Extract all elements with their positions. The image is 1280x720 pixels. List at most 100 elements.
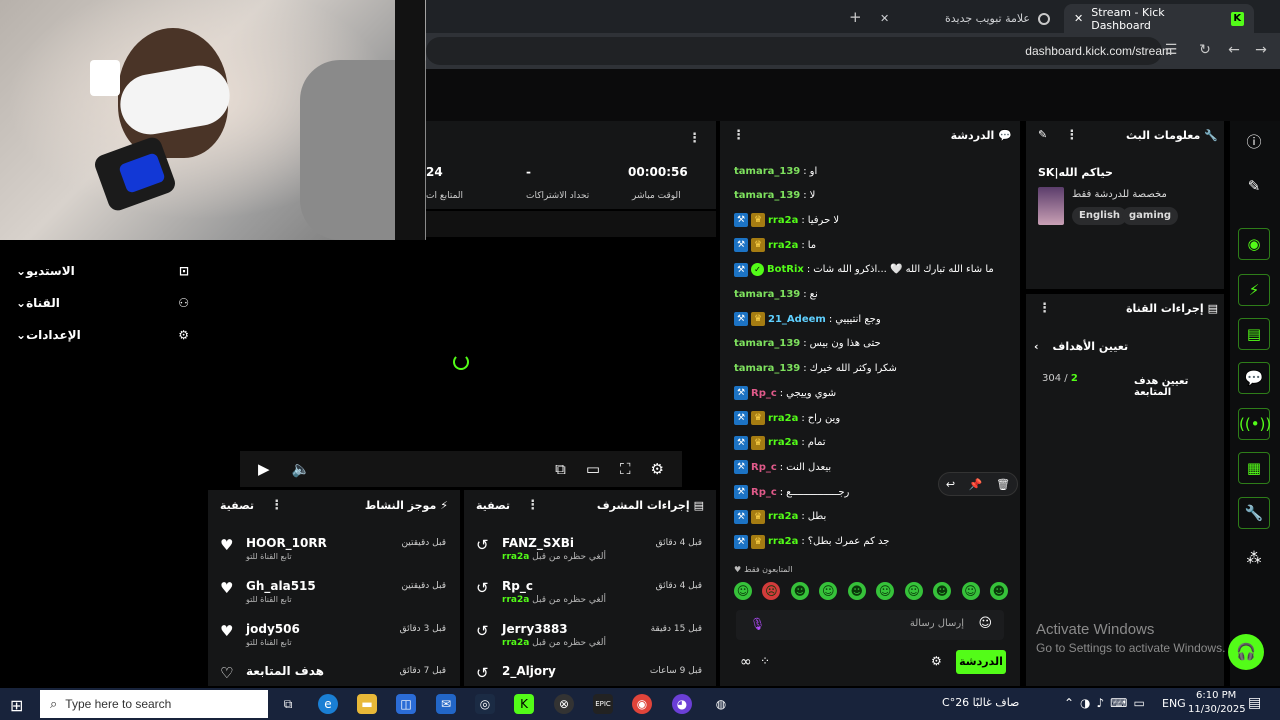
emote-icon[interactable]: ☹ <box>762 582 781 600</box>
kick-app-icon[interactable]: K <box>514 694 534 714</box>
outlook-icon[interactable]: ✉ <box>436 694 456 714</box>
theater-icon[interactable]: ▭ <box>586 460 600 478</box>
stats-menu-icon[interactable]: ⋮ <box>688 127 701 146</box>
chat-message[interactable]: tamara_139: او <box>734 161 817 181</box>
close-tab-icon[interactable]: ✕ <box>1074 12 1083 25</box>
tab-kick-dashboard[interactable]: K Stream - Kick Dashboard ✕ <box>1064 4 1254 33</box>
channel-actions-menu-icon[interactable]: ⋮ <box>1038 301 1051 316</box>
edit-icon[interactable]: ✎ <box>1236 168 1272 204</box>
broadcast-icon[interactable]: ((•)) <box>1238 408 1271 440</box>
url-text[interactable]: dashboard.kick.com/stream <box>1025 44 1172 58</box>
chat-message[interactable]: ⚒ ♛ rra2a: جد كم عمرك بطل؟ <box>734 532 889 552</box>
activity-clear-button[interactable]: تصفية <box>220 499 254 512</box>
mod-clear-button[interactable]: تصفية <box>476 499 510 512</box>
emote-icon[interactable]: ☺ <box>961 582 980 600</box>
chat-message[interactable]: ⚒ ♛ rra2a: تمام <box>734 433 826 453</box>
reload-icon[interactable]: ↻ <box>1195 40 1215 60</box>
chat-message[interactable]: tamara_139: حتى هذا ون بيس <box>734 334 881 354</box>
new-tab-plus-icon[interactable]: + <box>849 8 862 26</box>
mod-menu-icon[interactable]: ⋮ <box>526 498 539 513</box>
tag-chip[interactable]: gaming <box>1122 207 1179 225</box>
clock-time[interactable]: 6:10 PM <box>1196 690 1236 701</box>
chat-username[interactable]: rra2a <box>768 536 798 547</box>
chat-message[interactable]: tamara_139: لا <box>734 186 815 206</box>
emote-icon[interactable]: ☺ <box>734 582 752 600</box>
tag-chip[interactable]: English <box>1072 207 1128 225</box>
chat-message[interactable]: ⚒ ♛ rra2a: ما <box>734 235 816 255</box>
tab-new-tab[interactable]: علامة تبويب جديدة ✕ <box>870 4 1060 33</box>
language-indicator[interactable]: ENG <box>1162 697 1186 710</box>
reply-icon[interactable]: ↩ <box>946 478 955 491</box>
clock-date[interactable]: 11/30/2025 <box>1188 704 1246 715</box>
trash-icon[interactable]: 🗑 <box>996 478 1010 491</box>
points-icon[interactable]: ⁘ <box>760 654 770 668</box>
apps-icon[interactable]: ⁂ <box>1236 540 1272 576</box>
weather-widget[interactable]: صاف غالبًا 26°C <box>942 696 1019 709</box>
chat-icon[interactable]: 💬 <box>1238 362 1270 394</box>
video-player[interactable] <box>208 239 716 487</box>
nav-settings[interactable]: ⌄ الإعدادات ⚙ <box>0 322 205 348</box>
chat-username[interactable]: rra2a <box>768 413 798 424</box>
emote-icon[interactable]: ☻ <box>989 582 1008 600</box>
xbox-icon[interactable]: ⊗ <box>554 694 574 714</box>
chat-message[interactable]: ⚒ ♛ rra2a: بطل <box>734 507 826 527</box>
chat-message[interactable]: ⚒ ♛ rra2a: لا حرفيا <box>734 210 839 230</box>
chat-username[interactable]: tamara_139 <box>734 289 800 300</box>
chat-username[interactable]: Rp_c <box>751 462 777 473</box>
play-icon[interactable]: ▶ <box>258 460 270 478</box>
emote-icon[interactable]: ☺ <box>904 582 923 600</box>
emote-icon[interactable]: ☻ <box>790 582 809 600</box>
settings-gear-icon[interactable]: ⚙ <box>651 460 664 478</box>
back-icon[interactable]: → <box>1251 40 1271 60</box>
emoji-icon[interactable]: ☺ <box>978 616 992 631</box>
chat-username[interactable]: 21_Adeem <box>768 314 826 325</box>
info-icon[interactable]: ⓘ <box>1236 124 1272 160</box>
chat-username[interactable]: rra2a <box>768 437 798 448</box>
activity-menu-icon[interactable]: ⋮ <box>270 498 283 513</box>
chat-username[interactable]: tamara_139 <box>734 338 800 349</box>
volume-icon[interactable]: 🔈 <box>292 460 311 478</box>
chat-username[interactable]: Rp_c <box>751 487 777 498</box>
steam-icon[interactable]: ◎ <box>475 694 495 714</box>
store-icon[interactable]: ◫ <box>396 694 416 714</box>
layout-icon[interactable]: ▦ <box>1238 452 1270 484</box>
mic-icon[interactable]: 🎙 <box>750 617 765 631</box>
chat-username[interactable]: rra2a <box>768 511 798 522</box>
edge-icon[interactable]: e <box>318 694 338 714</box>
lightning-icon[interactable]: ⚡ <box>1238 274 1270 306</box>
chat-message[interactable]: tamara_139: شكرا وكثر الله خيرك <box>734 359 897 379</box>
chat-menu-icon[interactable]: ⋮ <box>732 128 745 143</box>
goals-back-row[interactable]: ‹ تعيين الأهداف <box>1034 340 1128 353</box>
discord-icon[interactable]: ◕ <box>672 694 692 714</box>
tools-icon[interactable]: 🔧 <box>1238 497 1270 529</box>
task-view-icon[interactable]: ⧉ <box>278 694 298 714</box>
taskbar-search[interactable]: ⌕ Type here to search <box>40 690 268 718</box>
chat-message[interactable]: ⚒ ✓ BotRix: ما شاء الله تبارك الله 🤍 ...اذك… <box>734 260 994 280</box>
epic-games-icon[interactable]: EPIC <box>593 694 613 714</box>
chat-message[interactable]: ⚒ Rp_c: بيعدل النت <box>734 457 831 477</box>
obs-icon[interactable]: ◍ <box>711 694 731 714</box>
chat-username[interactable]: tamara_139 <box>734 363 800 374</box>
emote-icon[interactable]: ☺ <box>819 582 838 600</box>
support-headset-icon[interactable]: 🎧 <box>1228 634 1264 670</box>
chat-username[interactable]: Rp_c <box>751 388 777 399</box>
chat-username[interactable]: rra2a <box>768 215 798 226</box>
windows-start-icon[interactable]: ⊞ <box>10 696 23 715</box>
stream-info-menu-icon[interactable]: ⋮ <box>1065 128 1078 143</box>
chat-message[interactable]: ⚒ Rp_c: رجــــــــــــــــع <box>734 482 849 502</box>
camera-icon[interactable]: ◉ <box>1238 228 1270 260</box>
chrome-taskbar-icon[interactable]: ◉ <box>632 694 652 714</box>
pin-icon[interactable]: 📌 <box>969 478 983 491</box>
chat-username[interactable]: tamara_139 <box>734 190 800 201</box>
pip-icon[interactable]: ⧉ <box>555 460 566 478</box>
nav-studio[interactable]: ⌄ الاستديو ⊡ <box>0 258 205 284</box>
nav-channel[interactable]: ⌄ القناة ⚇ <box>0 290 205 316</box>
chat-username[interactable]: rra2a <box>768 240 798 251</box>
chat-settings-icon[interactable]: ⚙ <box>931 654 942 668</box>
chat-message[interactable]: ⚒ Rp_c: شوي وييجي <box>734 383 836 403</box>
fullscreen-icon[interactable]: ⛶ <box>620 460 631 478</box>
close-tab-icon[interactable]: ✕ <box>880 12 889 25</box>
file-explorer-icon[interactable]: ▬ <box>357 694 377 714</box>
chat-username[interactable]: tamara_139 <box>734 166 800 177</box>
tune-icon[interactable]: ☰ <box>1161 40 1181 60</box>
